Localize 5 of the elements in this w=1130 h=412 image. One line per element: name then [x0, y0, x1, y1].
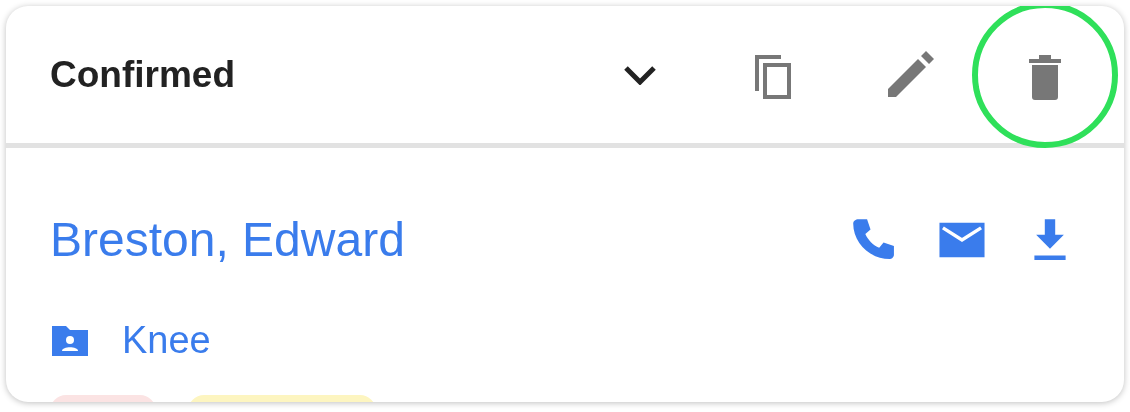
folder-link[interactable]: Knee: [122, 312, 211, 369]
folder-icon: [50, 323, 90, 358]
patient-name-link[interactable]: Breston, Edward: [50, 204, 405, 276]
status-label: Confirmed: [50, 52, 235, 97]
chevron-down-icon: [624, 64, 656, 85]
